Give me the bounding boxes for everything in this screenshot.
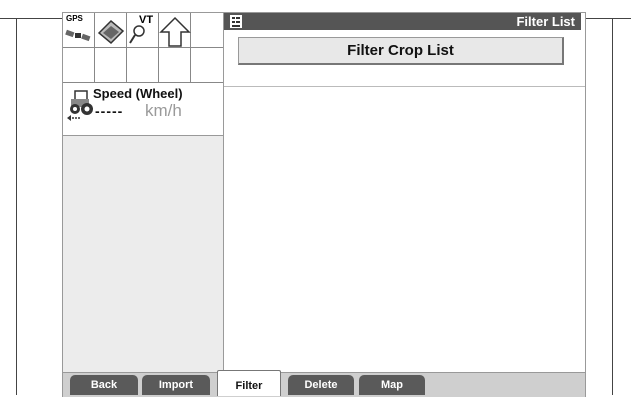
tab-import[interactable]: Import	[142, 375, 210, 395]
tractor-icon	[67, 90, 93, 121]
direction-cell[interactable]	[159, 13, 191, 48]
gps-cell[interactable]: GPS	[63, 13, 95, 48]
speed-title: Speed (Wheel)	[93, 86, 183, 101]
vt-label: VT	[139, 14, 154, 26]
filter-crop-list-button[interactable]: Filter Crop List	[238, 37, 564, 65]
empty-cell-2	[63, 48, 95, 83]
speed-unit: km/h	[145, 101, 182, 120]
page-title: Filter List	[516, 14, 575, 29]
right-pane: Filter List Filter Crop List	[224, 13, 585, 372]
empty-cell-3	[95, 48, 127, 83]
empty-cell-1	[191, 13, 223, 48]
terminal-screen: GPS VT Speed (Wheel) ----- km/h Filter L…	[62, 12, 586, 397]
left-pane: GPS VT Speed (Wheel) ----- km/h	[63, 13, 224, 372]
empty-cell-6	[191, 48, 223, 83]
guide-line-left	[16, 18, 17, 395]
implement-icon	[97, 19, 125, 45]
tab-delete[interactable]: Delete	[288, 375, 354, 395]
tab-back[interactable]: Back	[70, 375, 138, 395]
tab-map[interactable]: Map	[359, 375, 425, 395]
tab-filter[interactable]: Filter	[217, 370, 281, 396]
vt-cell[interactable]: VT	[127, 13, 159, 48]
status-icon-grid: GPS VT	[63, 13, 223, 83]
filter-list-icon	[230, 15, 242, 28]
speed-readout: Speed (Wheel) ----- km/h	[63, 83, 223, 136]
empty-cell-5	[159, 48, 191, 83]
up-arrow-icon	[159, 16, 191, 47]
guide-line-right	[612, 18, 613, 395]
divider	[224, 86, 585, 87]
page-frame: GPS VT Speed (Wheel) ----- km/h Filter L…	[0, 0, 631, 397]
work-state-cell[interactable]	[95, 13, 127, 48]
empty-cell-4	[127, 48, 159, 83]
title-bar: Filter List	[224, 13, 581, 30]
speed-value: -----	[95, 103, 124, 119]
gps-label: GPS	[66, 14, 83, 23]
gps-satellite-icon	[65, 29, 91, 42]
softkey-tab-bar: Back Import Filter Delete Map	[63, 370, 585, 397]
